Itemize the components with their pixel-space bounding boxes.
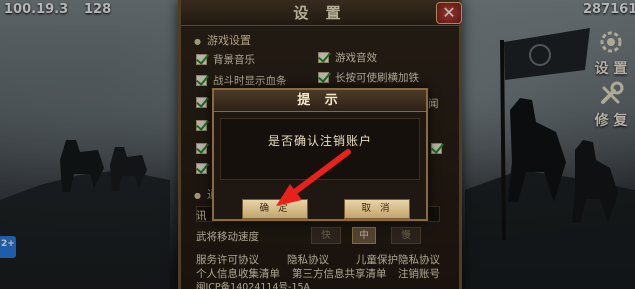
dialog-title: 提 示 xyxy=(214,90,426,112)
confirm-button[interactable]: 确 定 xyxy=(242,199,308,219)
cancel-button[interactable]: 取 消 xyxy=(344,199,410,219)
confirm-dialog: 提 示 是否确认注销账户 确 定 取 消 xyxy=(212,88,428,221)
dialog-message: 是否确认注销账户 xyxy=(220,118,420,180)
